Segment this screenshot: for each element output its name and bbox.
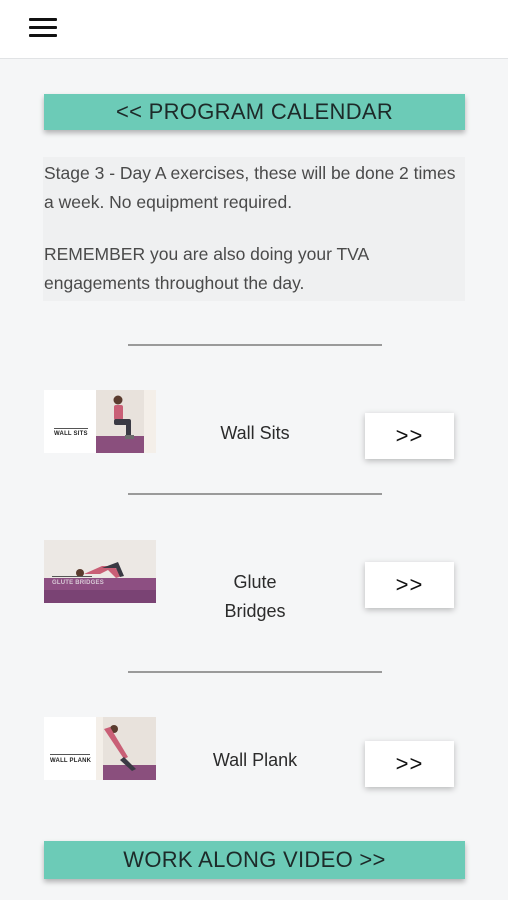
exercise-thumbnail[interactable]: WALL PLANK — [44, 717, 156, 780]
exercise-thumbnail[interactable]: WALL SITS — [44, 390, 156, 453]
app-screen: << PROGRAM CALENDAR Stage 3 - Day A exer… — [0, 0, 508, 900]
top-bar — [0, 0, 508, 59]
divider — [128, 671, 382, 673]
intro-paragraph-1: Stage 3 - Day A exercises, these will be… — [44, 163, 456, 212]
intro-box: Stage 3 - Day A exercises, these will be… — [43, 157, 465, 301]
glute-bridges-image — [44, 540, 156, 603]
exercise-name: Wall Sits — [220, 423, 290, 443]
open-glute-bridges-button[interactable]: >> — [365, 562, 454, 608]
divider — [128, 344, 382, 346]
thumbnail-label: GLUTE BRIDGES — [52, 580, 104, 586]
exercise-name: Glute Bridges — [224, 572, 286, 621]
divider — [128, 493, 382, 495]
wall-plank-image — [96, 717, 156, 780]
exercise-name: Wall Plank — [212, 750, 298, 770]
thumbnail-label: WALL SITS — [54, 431, 88, 437]
exercise-thumbnail[interactable]: GLUTE BRIDGES — [44, 540, 156, 603]
wall-sits-image — [96, 390, 156, 453]
open-wall-sits-button[interactable]: >> — [365, 413, 454, 459]
work-along-video-button[interactable]: WORK ALONG VIDEO >> — [44, 841, 465, 879]
thumbnail-label: WALL PLANK — [50, 758, 92, 764]
open-wall-plank-button[interactable]: >> — [365, 741, 454, 787]
intro-paragraph-2: REMEMBER you are also doing your TVA eng… — [44, 244, 369, 293]
hamburger-menu-icon[interactable] — [29, 17, 57, 39]
program-calendar-button[interactable]: << PROGRAM CALENDAR — [44, 94, 465, 130]
